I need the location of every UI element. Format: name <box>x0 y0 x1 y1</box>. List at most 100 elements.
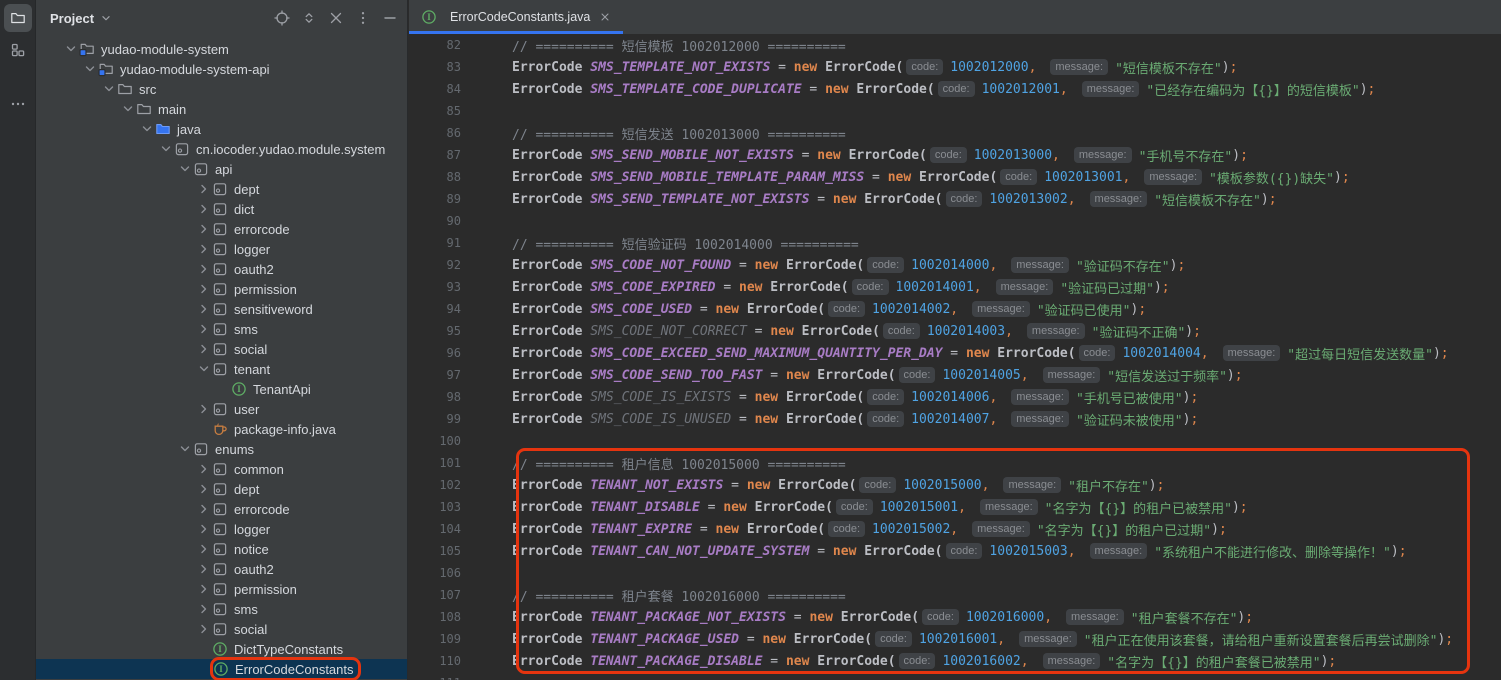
expand-collapse-icon[interactable] <box>300 9 318 27</box>
tree-item-dept[interactable]: dept <box>36 179 407 199</box>
code-line-101[interactable]: 101// ========== 租户信息 1002015000 =======… <box>409 452 1501 474</box>
chevron-down-icon[interactable] <box>62 41 79 57</box>
tree-item-oauth2[interactable]: oauth2 <box>36 559 407 579</box>
line-number[interactable]: 102 <box>409 478 478 492</box>
tree-item-java[interactable]: java <box>36 119 407 139</box>
code-line-99[interactable]: 99ErrorCode SMS_CODE_IS_UNUSED = new Err… <box>409 408 1501 430</box>
line-number[interactable]: 86 <box>409 126 478 140</box>
tree-item-yudao-module-system[interactable]: yudao-module-system <box>36 39 407 59</box>
line-number[interactable]: 88 <box>409 170 478 184</box>
code-line-110[interactable]: 110ErrorCode TENANT_PACKAGE_DISABLE = ne… <box>409 650 1501 672</box>
line-number[interactable]: 95 <box>409 324 478 338</box>
line-number[interactable]: 106 <box>409 566 478 580</box>
code-line-107[interactable]: 107// ========== 租户套餐 1002016000 =======… <box>409 584 1501 606</box>
tree-item-social[interactable]: social <box>36 339 407 359</box>
line-number[interactable]: 91 <box>409 236 478 250</box>
chevron-right-icon[interactable] <box>195 621 212 637</box>
line-number[interactable]: 104 <box>409 522 478 536</box>
chevron-right-icon[interactable] <box>195 261 212 277</box>
line-number[interactable]: 82 <box>409 38 478 52</box>
chevron-right-icon[interactable] <box>195 301 212 317</box>
tree-item-dicttypeconstants[interactable]: IDictTypeConstants <box>36 639 407 659</box>
code-line-98[interactable]: 98ErrorCode SMS_CODE_IS_EXISTS = new Err… <box>409 386 1501 408</box>
tree-item-notice[interactable]: notice <box>36 539 407 559</box>
line-number[interactable]: 90 <box>409 214 478 228</box>
line-number[interactable]: 85 <box>409 104 478 118</box>
tree-item-permission[interactable]: permission <box>36 279 407 299</box>
tree-item-sms[interactable]: sms <box>36 599 407 619</box>
line-number[interactable]: 96 <box>409 346 478 360</box>
tab-errorcodeconstants[interactable]: I ErrorCodeConstants.java <box>409 0 623 34</box>
code-line-100[interactable]: 100 <box>409 430 1501 452</box>
code-line-82[interactable]: 82// ========== 短信模板 1002012000 ========… <box>409 34 1501 56</box>
code-line-102[interactable]: 102ErrorCode TENANT_NOT_EXISTS = new Err… <box>409 474 1501 496</box>
chevron-down-icon[interactable] <box>99 11 113 25</box>
line-number[interactable]: 108 <box>409 610 478 624</box>
tree-item-common[interactable]: common <box>36 459 407 479</box>
tree-item-social[interactable]: social <box>36 619 407 639</box>
code-line-109[interactable]: 109ErrorCode TENANT_PACKAGE_USED = new E… <box>409 628 1501 650</box>
code-line-108[interactable]: 108ErrorCode TENANT_PACKAGE_NOT_EXISTS =… <box>409 606 1501 628</box>
code-line-83[interactable]: 83ErrorCode SMS_TEMPLATE_NOT_EXISTS = ne… <box>409 56 1501 78</box>
code-line-86[interactable]: 86// ========== 短信发送 1002013000 ========… <box>409 122 1501 144</box>
tree-item-sensitiveword[interactable]: sensitiveword <box>36 299 407 319</box>
code-line-103[interactable]: 103ErrorCode TENANT_DISABLE = new ErrorC… <box>409 496 1501 518</box>
chevron-right-icon[interactable] <box>195 341 212 357</box>
tree-item-cn-iocoder-yudao-module-system[interactable]: cn.iocoder.yudao.module.system <box>36 139 407 159</box>
code-line-89[interactable]: 89ErrorCode SMS_SEND_TEMPLATE_NOT_EXISTS… <box>409 188 1501 210</box>
chevron-right-icon[interactable] <box>195 241 212 257</box>
tree-item-tenant[interactable]: tenant <box>36 359 407 379</box>
code-line-85[interactable]: 85 <box>409 100 1501 122</box>
code-line-97[interactable]: 97ErrorCode SMS_CODE_SEND_TOO_FAST = new… <box>409 364 1501 386</box>
collapse-all-icon[interactable] <box>327 9 345 27</box>
code-line-88[interactable]: 88ErrorCode SMS_SEND_MOBILE_TEMPLATE_PAR… <box>409 166 1501 188</box>
code-line-87[interactable]: 87ErrorCode SMS_SEND_MOBILE_NOT_EXISTS =… <box>409 144 1501 166</box>
chevron-right-icon[interactable] <box>195 281 212 297</box>
code-line-94[interactable]: 94ErrorCode SMS_CODE_USED = new ErrorCod… <box>409 298 1501 320</box>
line-number[interactable]: 109 <box>409 632 478 646</box>
line-number[interactable]: 94 <box>409 302 478 316</box>
line-number[interactable]: 111 <box>409 676 478 680</box>
code-line-95[interactable]: 95ErrorCode SMS_CODE_NOT_CORRECT = new E… <box>409 320 1501 342</box>
tree-item-package-info-java[interactable]: package-info.java <box>36 419 407 439</box>
chevron-right-icon[interactable] <box>195 581 212 597</box>
chevron-right-icon[interactable] <box>195 181 212 197</box>
line-number[interactable]: 105 <box>409 544 478 558</box>
chevron-right-icon[interactable] <box>195 461 212 477</box>
chevron-right-icon[interactable] <box>195 221 212 237</box>
code-line-111[interactable]: 111 <box>409 672 1501 680</box>
tree-item-oauth2[interactable]: oauth2 <box>36 259 407 279</box>
code-line-105[interactable]: 105ErrorCode TENANT_CAN_NOT_UPDATE_SYSTE… <box>409 540 1501 562</box>
line-number[interactable]: 89 <box>409 192 478 206</box>
line-number[interactable]: 83 <box>409 60 478 74</box>
tree-item-dict[interactable]: dict <box>36 199 407 219</box>
locate-icon[interactable] <box>273 9 291 27</box>
line-number[interactable]: 100 <box>409 434 478 448</box>
code-line-93[interactable]: 93ErrorCode SMS_CODE_EXPIRED = new Error… <box>409 276 1501 298</box>
line-number[interactable]: 84 <box>409 82 478 96</box>
line-number[interactable]: 99 <box>409 412 478 426</box>
code-line-96[interactable]: 96ErrorCode SMS_CODE_EXCEED_SEND_MAXIMUM… <box>409 342 1501 364</box>
tree-item-sms[interactable]: sms <box>36 319 407 339</box>
code-area[interactable]: 82// ========== 短信模板 1002012000 ========… <box>409 34 1501 680</box>
tree-item-yudao-module-system-api[interactable]: yudao-module-system-api <box>36 59 407 79</box>
tree-item-main[interactable]: main <box>36 99 407 119</box>
line-number[interactable]: 107 <box>409 588 478 602</box>
chevron-right-icon[interactable] <box>195 601 212 617</box>
code-line-90[interactable]: 90 <box>409 210 1501 232</box>
line-number[interactable]: 101 <box>409 456 478 470</box>
chevron-down-icon[interactable] <box>119 101 136 117</box>
chevron-right-icon[interactable] <box>195 401 212 417</box>
line-number[interactable]: 98 <box>409 390 478 404</box>
stripe-structure-button[interactable] <box>4 36 32 64</box>
tree-item-tenantapi[interactable]: ITenantApi <box>36 379 407 399</box>
chevron-down-icon[interactable] <box>195 361 212 377</box>
project-panel-title[interactable]: Project <box>50 11 94 26</box>
code-line-84[interactable]: 84ErrorCode SMS_TEMPLATE_CODE_DUPLICATE … <box>409 78 1501 100</box>
line-number[interactable]: 97 <box>409 368 478 382</box>
line-number[interactable]: 103 <box>409 500 478 514</box>
chevron-down-icon[interactable] <box>100 81 117 97</box>
chevron-down-icon[interactable] <box>157 141 174 157</box>
tree-item-logger[interactable]: logger <box>36 519 407 539</box>
tree-item-dept[interactable]: dept <box>36 479 407 499</box>
